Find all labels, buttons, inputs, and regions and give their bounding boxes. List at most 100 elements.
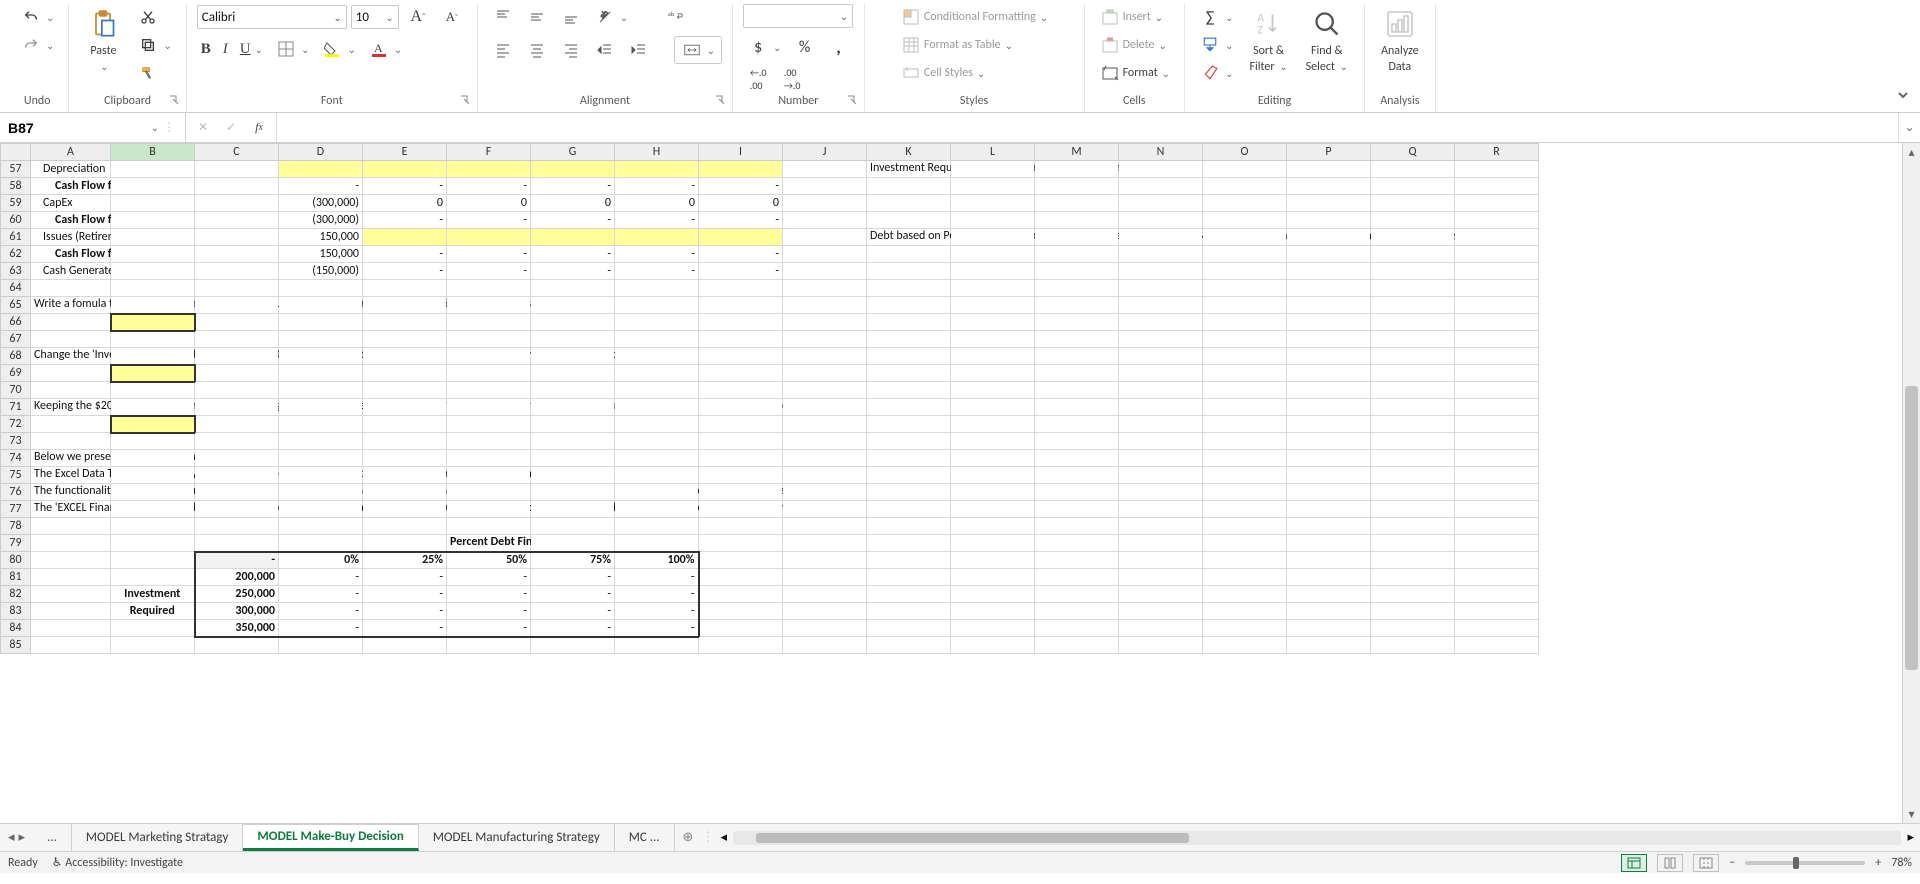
col-header-B[interactable]: B [111,144,195,161]
cell-G62[interactable]: - [531,246,615,263]
cell-D73[interactable] [279,433,363,450]
italic-button[interactable]: I [219,39,232,60]
cell-D77[interactable] [279,501,363,518]
cell-L83[interactable] [951,603,1035,620]
cell-L64[interactable] [951,280,1035,297]
cell-K74[interactable] [867,450,951,467]
cell-J72[interactable] [783,416,867,433]
cell-C85[interactable] [195,637,279,654]
name-box-input[interactable] [6,119,126,137]
cell-J85[interactable] [783,637,867,654]
cell-K77[interactable] [867,501,951,518]
cell-M61[interactable] [1035,229,1119,246]
cell-N77[interactable] [1119,501,1203,518]
cell-E74[interactable] [363,450,447,467]
cell-Q75[interactable] [1371,467,1455,484]
cell-K58[interactable] [867,178,951,195]
delete-cells-button[interactable]: Delete⌄ [1095,32,1171,58]
cell-D70[interactable] [279,382,363,399]
cell-O65[interactable] [1203,297,1287,314]
cell-R80[interactable] [1455,552,1539,569]
orientation-button[interactable]: ab⌄ [590,4,632,30]
cell-Q85[interactable] [1371,637,1455,654]
cell-Q66[interactable] [1371,314,1455,331]
cell-N71[interactable] [1119,399,1203,416]
cell-A79[interactable] [31,535,111,552]
cell-N57[interactable] [1119,161,1203,178]
cell-R60[interactable] [1455,212,1539,229]
cell-F60[interactable]: - [447,212,531,229]
cell-L79[interactable] [951,535,1035,552]
fx-icon[interactable]: fx [248,117,270,139]
row-header-67[interactable]: 67 [1,331,31,348]
cell-G57[interactable] [531,161,615,178]
cell-D83[interactable]: - [279,603,363,620]
cell-M85[interactable] [1035,637,1119,654]
cell-O79[interactable] [1203,535,1287,552]
cell-C70[interactable] [195,382,279,399]
cell-J64[interactable] [783,280,867,297]
cell-M67[interactable] [1035,331,1119,348]
cell-R85[interactable] [1455,637,1539,654]
cell-I70[interactable] [699,382,783,399]
vertical-scroll-thumb[interactable] [1905,386,1918,669]
row-header-69[interactable]: 69 [1,365,31,382]
cell-A65[interactable]: Write a fomula that calculates the Net P… [31,297,111,314]
cell-L63[interactable] [951,263,1035,280]
cell-Q72[interactable] [1371,416,1455,433]
cell-R66[interactable] [1455,314,1539,331]
row-header-85[interactable]: 85 [1,637,31,654]
cell-M81[interactable] [1035,569,1119,586]
cell-O69[interactable] [1203,365,1287,382]
cell-K62[interactable] [867,246,951,263]
tab-nav-prev-button[interactable]: ◂ [8,830,15,845]
cell-A63[interactable]: Cash Generated [31,263,111,280]
cell-D82[interactable]: - [279,586,363,603]
align-right-button[interactable] [556,37,586,63]
cell-G83[interactable]: - [531,603,615,620]
row-header-84[interactable]: 84 [1,620,31,637]
cell-I58[interactable]: - [699,178,783,195]
cell-H63[interactable]: - [615,263,699,280]
cell-P74[interactable] [1287,450,1371,467]
align-middle-button[interactable] [522,4,552,30]
cell-D80[interactable]: 0% [279,552,363,569]
cell-L74[interactable] [951,450,1035,467]
cell-O67[interactable] [1203,331,1287,348]
cell-L57[interactable] [951,161,1035,178]
cell-K66[interactable] [867,314,951,331]
cell-I72[interactable] [699,416,783,433]
cell-H68[interactable] [615,348,699,365]
cell-E59[interactable]: 0 [363,195,447,212]
cell-A81[interactable] [31,569,111,586]
cell-H66[interactable] [615,314,699,331]
cell-I81[interactable] [699,569,783,586]
cell-H67[interactable] [615,331,699,348]
cell-E61[interactable] [363,229,447,246]
cell-P69[interactable] [1287,365,1371,382]
cell-J57[interactable] [783,161,867,178]
col-header-N[interactable]: N [1119,144,1203,161]
cell-K64[interactable] [867,280,951,297]
cell-C66[interactable] [195,314,279,331]
cell-B65[interactable] [111,297,195,314]
cell-F71[interactable] [447,399,531,416]
cell-P78[interactable] [1287,518,1371,535]
cell-J77[interactable] [783,501,867,518]
cell-K63[interactable] [867,263,951,280]
cell-D57[interactable] [279,161,363,178]
cell-I82[interactable] [699,586,783,603]
cell-D69[interactable] [279,365,363,382]
cell-P60[interactable] [1287,212,1371,229]
cell-L65[interactable] [951,297,1035,314]
col-header-L[interactable]: L [951,144,1035,161]
cell-F83[interactable]: - [447,603,531,620]
percent-button[interactable]: % [790,34,820,60]
cell-A80[interactable] [31,552,111,569]
cell-J63[interactable] [783,263,867,280]
cell-B57[interactable] [111,161,195,178]
cell-F61[interactable] [447,229,531,246]
row-header-74[interactable]: 74 [1,450,31,467]
cell-Q65[interactable] [1371,297,1455,314]
col-header-C[interactable]: C [195,144,279,161]
